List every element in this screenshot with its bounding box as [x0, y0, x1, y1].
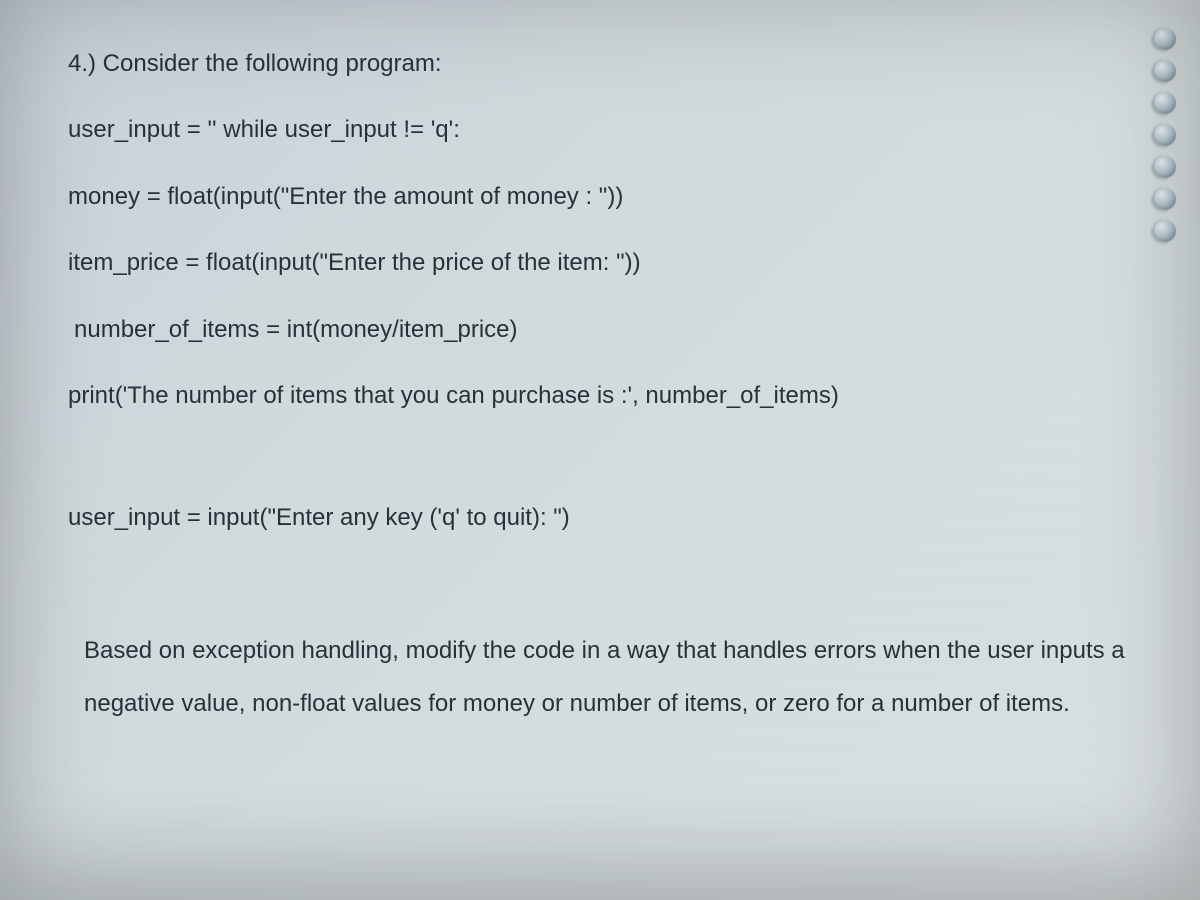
code-line: user_input = '' while user_input != 'q': [68, 114, 1158, 146]
ring-icon [1154, 60, 1176, 82]
ring-icon [1154, 220, 1176, 242]
ring-icon [1154, 92, 1176, 114]
code-line: item_price = float(input("Enter the pric… [68, 247, 1158, 279]
code-line: number_of_items = int(money/item_price) [68, 314, 1158, 346]
code-line: money = float(input("Enter the amount of… [68, 181, 1158, 213]
code-line: user_input = input("Enter any key ('q' t… [68, 502, 1158, 534]
ring-icon [1154, 156, 1176, 178]
code-line: print('The number of items that you can … [68, 380, 1158, 412]
spiral-binding [1154, 28, 1176, 242]
question-prompt: Based on exception handling, modify the … [68, 625, 1158, 731]
ring-icon [1154, 28, 1176, 50]
question-heading: 4.) Consider the following program: [68, 48, 1158, 80]
question-content: 4.) Consider the following program: user… [68, 48, 1158, 730]
ring-icon [1154, 124, 1176, 146]
ring-icon [1154, 188, 1176, 210]
